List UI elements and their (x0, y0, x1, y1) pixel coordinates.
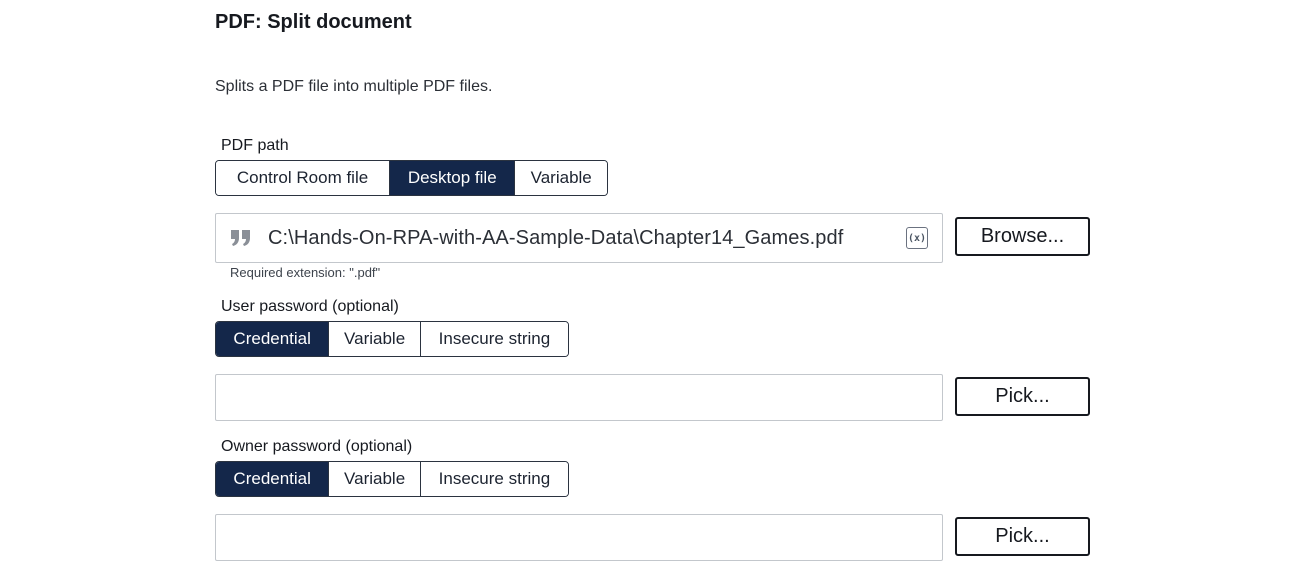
user-password-pick-button[interactable]: Pick... (955, 377, 1090, 416)
user-password-label: User password (optional) (221, 298, 399, 315)
user-password-option-insecure-string[interactable]: Insecure string (419, 322, 568, 356)
string-quote-icon (230, 228, 254, 248)
pdf-path-source-selector: Control Room file Desktop file Variable (215, 160, 608, 196)
owner-password-option-variable[interactable]: Variable (328, 462, 420, 496)
pdf-path-label: PDF path (221, 137, 289, 154)
owner-password-input[interactable] (215, 514, 943, 561)
browse-button[interactable]: Browse... (955, 217, 1090, 256)
owner-password-option-insecure-string[interactable]: Insecure string (419, 462, 568, 496)
pdf-path-option-desktop-file[interactable]: Desktop file (389, 161, 515, 195)
owner-password-pick-button[interactable]: Pick... (955, 517, 1090, 556)
user-password-source-selector: Credential Variable Insecure string (215, 321, 569, 357)
split-document-form: PDF: Split document Splits a PDF file in… (0, 0, 1307, 571)
pdf-path-hint: Required extension: ".pdf" (230, 265, 381, 280)
owner-password-option-credential[interactable]: Credential (216, 462, 329, 496)
owner-password-source-selector: Credential Variable Insecure string (215, 461, 569, 497)
pdf-path-option-control-room-file[interactable]: Control Room file (216, 161, 390, 195)
insert-variable-icon[interactable]: (x) (906, 227, 928, 249)
owner-password-label: Owner password (optional) (221, 438, 413, 455)
user-password-option-credential[interactable]: Credential (216, 322, 329, 356)
pdf-path-input[interactable]: C:\Hands-On-RPA-with-AA-Sample-Data\Chap… (215, 213, 943, 263)
user-password-input[interactable] (215, 374, 943, 421)
page-description: Splits a PDF file into multiple PDF file… (215, 78, 493, 95)
page-title: PDF: Split document (215, 11, 412, 33)
pdf-path-value: C:\Hands-On-RPA-with-AA-Sample-Data\Chap… (268, 226, 844, 249)
user-password-option-variable[interactable]: Variable (328, 322, 420, 356)
pdf-path-option-variable[interactable]: Variable (514, 161, 607, 195)
